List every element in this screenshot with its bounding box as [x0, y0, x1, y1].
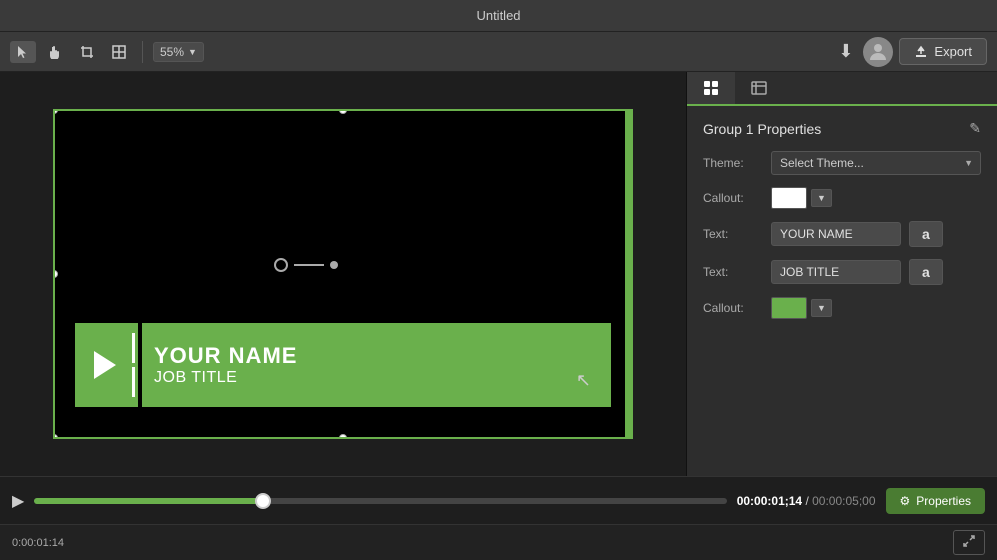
theme-label: Theme: [703, 156, 763, 170]
handle-bc[interactable] [339, 434, 347, 439]
text2-row: Text: a [703, 259, 981, 285]
toolbar-separator [142, 41, 143, 63]
status-right [953, 530, 985, 555]
timeline-bar[interactable] [34, 498, 726, 504]
handle-tl[interactable] [53, 109, 58, 114]
panel-tabs [687, 72, 997, 106]
media-tab-icon [751, 80, 767, 96]
right-accent [625, 111, 631, 437]
export-label: Export [934, 44, 972, 59]
text2-font-btn[interactable]: a [909, 259, 943, 285]
current-time: 00:00:01;14 [737, 494, 802, 508]
status-bar: 0:00:01:14 [0, 524, 997, 560]
select-tool-btn[interactable] [10, 41, 36, 63]
zoom-level: 55% [160, 45, 184, 59]
bar-1 [132, 333, 135, 363]
time-separator: / [805, 494, 808, 508]
motion-circle [274, 258, 288, 272]
lower-third-job: JOB TITLE [154, 369, 599, 387]
right-panel: Group 1 Properties ✎ Theme: Select Theme… [687, 72, 997, 476]
callout1-row: Callout: ▼ [703, 187, 981, 209]
play-btn[interactable]: ▶ [12, 491, 24, 511]
export-btn[interactable]: Export [899, 38, 987, 65]
callout1-label: Callout: [703, 191, 763, 205]
properties-btn-label: Properties [916, 494, 971, 508]
panel-title-row: Group 1 Properties ✎ [703, 120, 981, 137]
handle-tr[interactable] [628, 109, 633, 114]
timeline-thumb[interactable] [255, 493, 271, 509]
properties-tab-icon [703, 80, 719, 96]
callout2-dropdown-btn[interactable]: ▼ [811, 299, 832, 317]
expand-btn[interactable] [953, 530, 985, 555]
crop-tool-btn[interactable] [74, 41, 100, 63]
motion-path [274, 258, 338, 272]
main-content: YOUR NAME JOB TITLE ↖ [0, 72, 997, 476]
callout1-dropdown-btn[interactable]: ▼ [811, 189, 832, 207]
theme-select-wrapper[interactable]: Select Theme... [771, 151, 981, 175]
title-bar: Untitled [0, 0, 997, 32]
play-triangle-icon [94, 351, 116, 379]
bar-2 [132, 367, 135, 397]
handle-mr[interactable] [628, 270, 633, 278]
canvas-area: YOUR NAME JOB TITLE ↖ [0, 72, 687, 476]
callout2-label: Callout: [703, 301, 763, 315]
zoom-dropdown-icon: ▼ [188, 47, 197, 57]
handle-tc[interactable] [339, 109, 347, 114]
expand-icon [962, 534, 976, 548]
motion-dot [330, 261, 338, 269]
toolbar: 55% ▼ ⬇ Export [0, 32, 997, 72]
lower-third-text-area: YOUR NAME JOB TITLE [142, 323, 611, 407]
handle-bl[interactable] [53, 434, 58, 439]
play-icon-area [75, 323, 130, 407]
time-display: 00:00:01;14 / 00:00:05;00 [737, 494, 876, 508]
total-time: 00:00:05;00 [812, 494, 875, 508]
avatar [863, 37, 893, 67]
callout1-swatch[interactable] [771, 187, 807, 209]
callout2-swatch[interactable] [771, 297, 807, 319]
text1-font-btn[interactable]: a [909, 221, 943, 247]
handle-ml[interactable] [53, 270, 58, 278]
text1-row: Text: a [703, 221, 981, 247]
text1-input[interactable] [771, 222, 901, 246]
properties-btn[interactable]: ⚙ Properties [886, 488, 985, 514]
tab-properties[interactable] [687, 72, 735, 106]
bars-area [130, 323, 138, 407]
callout2-color-row: ▼ [771, 297, 832, 319]
motion-line [294, 264, 324, 266]
panel-body: Group 1 Properties ✎ Theme: Select Theme… [687, 106, 997, 476]
resize-tool-btn[interactable] [106, 41, 132, 63]
text2-label: Text: [703, 265, 763, 279]
text2-input[interactable] [771, 260, 901, 284]
callout2-row: Callout: ▼ [703, 297, 981, 319]
lower-third-name: YOUR NAME [154, 343, 599, 369]
theme-select[interactable]: Select Theme... [771, 151, 981, 175]
gear-icon: ⚙ [900, 494, 911, 508]
handle-br[interactable] [628, 434, 633, 439]
timeline: ▶ 00:00:01;14 / 00:00:05;00 ⚙ Properties [0, 476, 997, 524]
zoom-control[interactable]: 55% ▼ [153, 42, 204, 62]
callout1-color-row: ▼ [771, 187, 832, 209]
group-properties-title: Group 1 Properties [703, 121, 821, 137]
download-btn[interactable]: ⬇ [834, 37, 857, 66]
timeline-progress [34, 498, 262, 504]
status-time: 0:00:01:14 [12, 537, 64, 549]
window-title: Untitled [476, 8, 520, 23]
edit-icon[interactable]: ✎ [969, 120, 981, 137]
canvas-frame[interactable]: YOUR NAME JOB TITLE [53, 109, 633, 439]
hand-tool-btn[interactable] [42, 41, 68, 63]
theme-row: Theme: Select Theme... [703, 151, 981, 175]
text1-label: Text: [703, 227, 763, 241]
lower-third: YOUR NAME JOB TITLE [75, 323, 611, 407]
tab-media[interactable] [735, 72, 783, 106]
